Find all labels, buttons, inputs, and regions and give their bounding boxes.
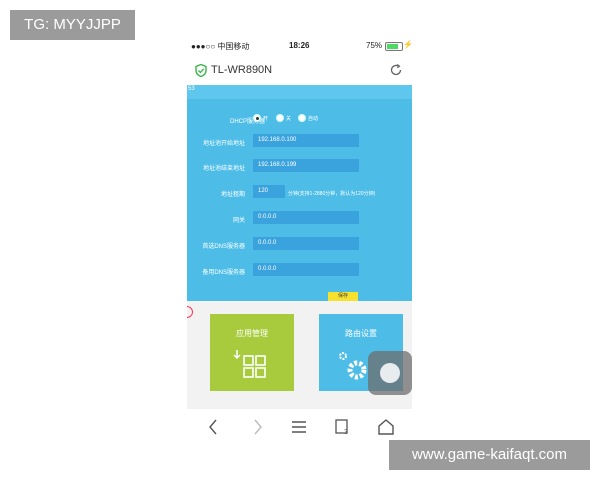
radio-on[interactable] xyxy=(253,114,261,122)
panel-tag: 53 xyxy=(188,86,195,92)
charging-icon: ⚡ xyxy=(403,40,412,49)
radio-off-label: 关 xyxy=(286,115,292,122)
apps-grid-icon xyxy=(233,350,266,378)
device-title: TL-WR890N xyxy=(211,64,273,76)
end-ip-input[interactable]: 192.168.0.199 xyxy=(253,159,359,172)
menu-icon[interactable] xyxy=(289,417,309,437)
gateway-label: 网关 xyxy=(232,218,245,224)
radio-auto[interactable] xyxy=(298,114,306,122)
radio-on-label: 开 xyxy=(263,115,269,122)
radio-off[interactable] xyxy=(276,114,284,122)
lease-input[interactable]: 120 xyxy=(253,185,285,198)
dns-primary-label: 首选DNS服务器 xyxy=(202,244,245,250)
dns-secondary-label: 备用DNS服务器 xyxy=(202,270,245,276)
radio-auto-label: 自动 xyxy=(308,115,319,122)
forward-icon[interactable] xyxy=(247,417,267,437)
carrier-label: ●●●○○ 中国移动 xyxy=(191,42,250,51)
router-settings-label: 路由设置 xyxy=(345,329,377,338)
dhcp-option-on[interactable]: 开 xyxy=(253,114,268,122)
shield-icon xyxy=(195,64,207,77)
assistive-touch-button[interactable] xyxy=(368,351,412,395)
dhcp-option-off[interactable]: 关 xyxy=(276,114,291,122)
svg-text:3: 3 xyxy=(344,429,348,436)
lease-hint: 分钟(支持1-2880分钟，默认为120分钟) xyxy=(288,191,376,197)
start-ip-label: 地址池开始地址 xyxy=(202,141,245,147)
clock: 18:26 xyxy=(289,41,310,50)
app-header: TL-WR890N xyxy=(187,59,412,83)
back-icon[interactable] xyxy=(204,417,224,437)
lease-label: 地址租期 xyxy=(220,192,245,198)
tabs-icon[interactable]: 3 xyxy=(332,417,352,437)
browser-nav-bar: 3 xyxy=(187,410,412,445)
end-ip-label: 地址池结束地址 xyxy=(202,166,245,172)
home-icon[interactable] xyxy=(376,417,396,437)
side-indicator xyxy=(187,306,193,318)
app-manage-label: 应用管理 xyxy=(236,329,268,338)
start-ip-input[interactable]: 192.168.0.100 xyxy=(253,134,359,147)
battery-icon xyxy=(385,42,403,51)
app-manage-tile[interactable]: 应用管理 xyxy=(210,314,294,391)
watermark-bottom: www.game-kaifaqt.com xyxy=(389,440,590,470)
dhcp-settings-panel: 53 DHCP服务器 开 关 自动 地址池开始地址 192.168.0.100 … xyxy=(187,85,412,301)
save-button[interactable]: 保存 xyxy=(328,292,358,304)
watermark-top: TG: MYYJJPP xyxy=(10,10,135,40)
dns-secondary-input[interactable]: 0.0.0.0 xyxy=(253,263,359,276)
panel-top-bar: 53 xyxy=(187,85,412,99)
gateway-input[interactable]: 0.0.0.0 xyxy=(253,211,359,224)
battery-percent: 75% xyxy=(366,41,383,50)
refresh-icon[interactable] xyxy=(389,63,403,77)
gear-icon xyxy=(339,352,367,380)
phone-screen: ●●●○○ 中国移动 18:26 75% ⚡ TL-WR890N 53 DHCP… xyxy=(187,35,412,445)
dhcp-option-auto[interactable]: 自动 xyxy=(298,114,318,122)
status-bar: ●●●○○ 中国移动 18:26 75% ⚡ xyxy=(187,35,412,55)
dns-primary-input[interactable]: 0.0.0.0 xyxy=(253,237,359,250)
